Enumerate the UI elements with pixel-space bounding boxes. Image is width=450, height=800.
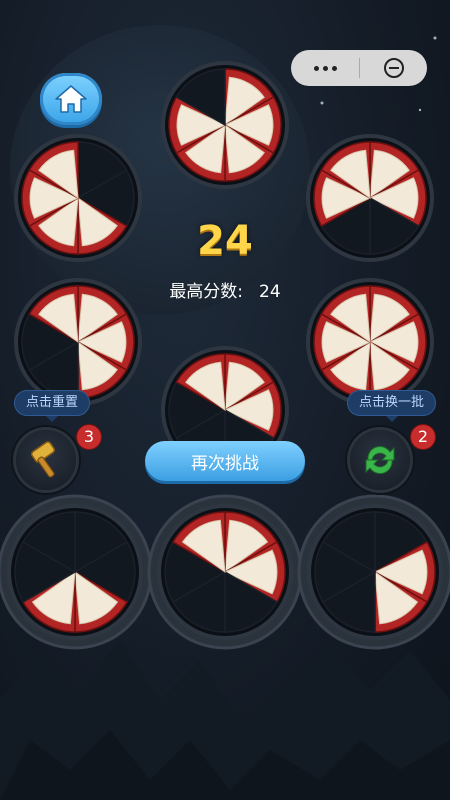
swap-tip: 点击换一批 (347, 390, 437, 422)
refresh-arrows-icon (365, 446, 395, 474)
minimize-circle-icon[interactable] (360, 50, 427, 86)
reset-tip: 点击重置 (14, 390, 91, 422)
best-score-label: 最高分数: (169, 282, 244, 302)
wheel-bottom-center[interactable] (147, 494, 303, 650)
best-score: 最高分数: 24 (0, 277, 450, 302)
hammer-button[interactable] (16, 430, 76, 490)
retry-button[interactable]: 再次挑战 (145, 441, 305, 481)
wheel-bottom-left[interactable] (0, 494, 153, 650)
wheel-top-center[interactable] (151, 51, 299, 199)
mini-program-capsule (291, 50, 427, 86)
more-dots-icon[interactable] (291, 50, 359, 86)
hammer-count-badge: 3 (77, 425, 101, 449)
swap-count-badge: 2 (411, 425, 435, 449)
swap-button[interactable] (350, 430, 410, 490)
best-score-value: 24 (259, 282, 281, 302)
current-score: 24 (197, 218, 253, 264)
hammer-icon (30, 441, 56, 478)
wheel-bottom-right[interactable] (297, 494, 450, 650)
home-icon (55, 85, 87, 113)
home-button[interactable] (40, 73, 102, 125)
